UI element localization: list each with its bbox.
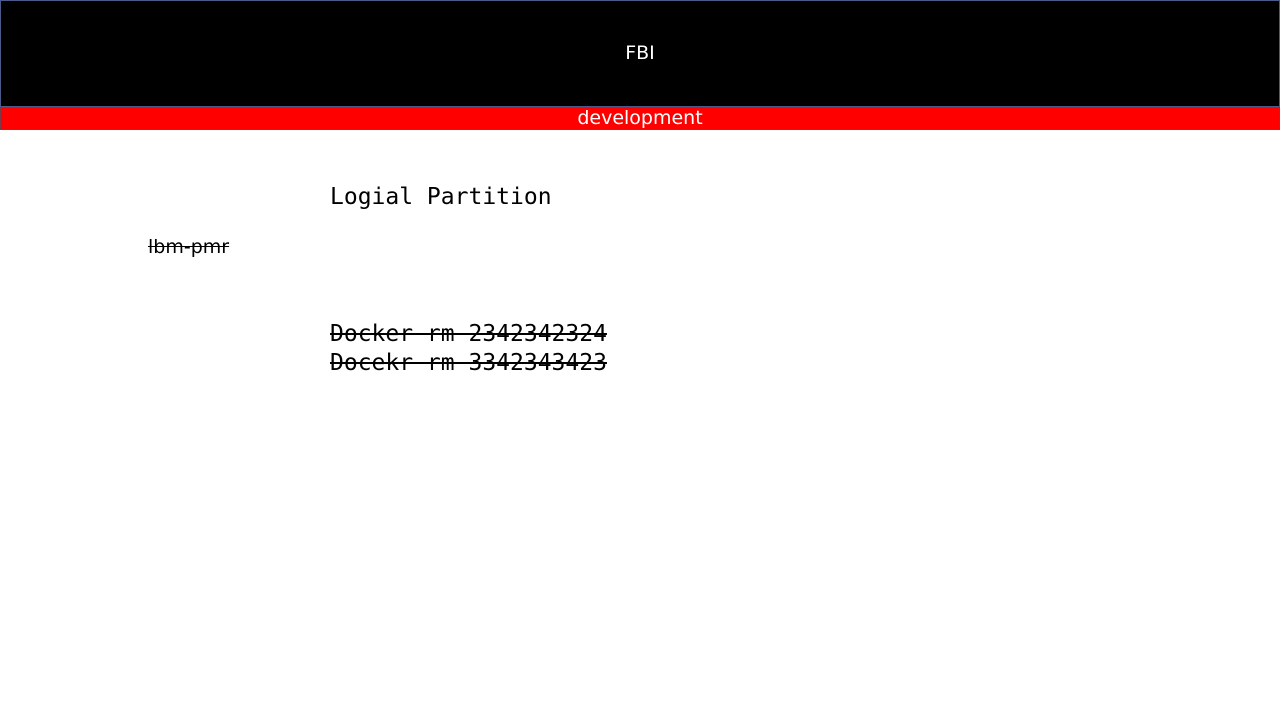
command-line: Docekr rm 3342343423 <box>330 350 607 376</box>
command-line: Docker rm 2342342324 <box>330 321 607 347</box>
command-list: Docker rm 2342342324 Docekr rm 334234342… <box>330 320 607 378</box>
side-label: lbm-pmr <box>148 236 230 258</box>
environment-label: development <box>577 107 703 129</box>
section-title: Logial Partition <box>330 184 552 210</box>
header-title: FBI <box>625 41 655 64</box>
environment-banner: development <box>0 107 1280 130</box>
app-header: FBI <box>0 0 1280 107</box>
